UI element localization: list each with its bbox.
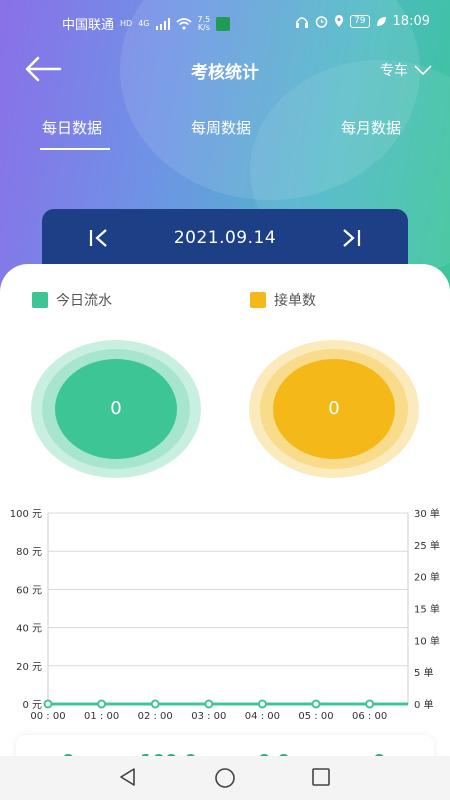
vehicle-type-selector[interactable]: 专车 bbox=[380, 60, 432, 80]
y-right-tick-label: 0 单 bbox=[414, 699, 434, 711]
y-right-tick-label: 25 单 bbox=[414, 540, 440, 552]
alarm-icon bbox=[315, 16, 328, 28]
y-right-tick-label: 15 单 bbox=[414, 604, 440, 616]
net-speed: 7.5 K/s bbox=[197, 15, 211, 32]
nav-header: 考核统计 专车 bbox=[0, 44, 450, 94]
hd-label: HD bbox=[120, 18, 133, 28]
y-right-tick-label: 30 单 bbox=[414, 508, 440, 520]
active-tab-indicator bbox=[40, 148, 110, 150]
system-back-button[interactable] bbox=[118, 767, 138, 791]
data-point bbox=[365, 699, 375, 709]
legend-flow: 今日流水 bbox=[32, 290, 112, 310]
location-icon bbox=[334, 15, 344, 27]
headphone-icon bbox=[296, 16, 309, 28]
data-point bbox=[311, 699, 321, 709]
status-left: 中国联通 HD 4G 7.5 K/s bbox=[62, 14, 231, 33]
flow-value: 0 bbox=[110, 398, 122, 419]
x-tick-label: 05 : 00 bbox=[298, 711, 333, 722]
legend-orders: 接单数 bbox=[250, 290, 316, 310]
data-point bbox=[257, 699, 267, 709]
legend-orders-label: 接单数 bbox=[274, 293, 316, 309]
period-tabs: 每日数据 每周数据 每月数据 bbox=[0, 112, 450, 152]
y-left-tick-label: 80 元 bbox=[16, 547, 42, 558]
x-tick-label: 01 : 00 bbox=[84, 711, 119, 722]
battery-indicator: 79 bbox=[350, 15, 370, 28]
carrier-label: 中国联通 bbox=[62, 18, 115, 33]
chevron-down-icon bbox=[414, 65, 432, 75]
wifi-icon bbox=[175, 17, 192, 29]
orders-value: 0 bbox=[328, 398, 340, 419]
y-left-tick-label: 100 元 bbox=[10, 509, 42, 520]
hourly-line-chart: 100 元 80 元 60 元 40 元 20 元 0 元 30 单 25 单 20 单 15 单… bbox=[10, 508, 440, 722]
square-recents-icon bbox=[312, 768, 330, 786]
y-left-tick-label: 20 元 bbox=[16, 662, 42, 673]
y-right-tick-label: 5 单 bbox=[414, 667, 434, 679]
x-tick-label: 06 : 00 bbox=[352, 711, 387, 722]
vehicle-type-label: 专车 bbox=[380, 63, 408, 79]
x-tick-label: 02 : 00 bbox=[138, 711, 173, 722]
data-point bbox=[97, 699, 107, 709]
y-left-tick-label: 60 元 bbox=[16, 585, 42, 596]
tab-monthly[interactable]: 每月数据 bbox=[341, 117, 401, 138]
system-nav-bar bbox=[0, 756, 450, 800]
system-recents-button[interactable] bbox=[311, 767, 331, 791]
system-home-button[interactable] bbox=[214, 767, 236, 793]
data-point bbox=[43, 699, 53, 709]
skip-next-icon bbox=[343, 229, 361, 247]
plot-frame bbox=[47, 512, 409, 705]
y-right-tick-label: 20 单 bbox=[414, 572, 440, 584]
next-date-button[interactable] bbox=[340, 227, 362, 253]
x-tick-label: 04 : 00 bbox=[245, 711, 280, 722]
triangle-back-icon bbox=[120, 768, 135, 786]
status-right: 79 18:09 bbox=[295, 14, 430, 29]
y-left-tick-label: 40 元 bbox=[16, 624, 42, 635]
flow-circle: 0 bbox=[31, 340, 201, 478]
y-right-tick-label: 10 单 bbox=[414, 635, 440, 647]
x-tick-label: 00 : 00 bbox=[30, 711, 65, 722]
status-bar: 中国联通 HD 4G 7.5 K/s 79 18:09 bbox=[0, 0, 450, 44]
legend-flow-label: 今日流水 bbox=[56, 293, 112, 309]
orders-swatch bbox=[250, 292, 266, 308]
speed-unit: K/s bbox=[197, 22, 210, 32]
leaf-icon bbox=[376, 17, 386, 26]
tab-weekly[interactable]: 每周数据 bbox=[191, 117, 251, 138]
data-point bbox=[150, 699, 160, 709]
tab-daily[interactable]: 每日数据 bbox=[42, 117, 102, 138]
orders-circle: 0 bbox=[249, 340, 419, 478]
flow-swatch bbox=[32, 292, 48, 308]
signal-icon bbox=[155, 17, 170, 30]
x-tick-label: 03 : 00 bbox=[191, 711, 226, 722]
clock: 18:09 bbox=[392, 14, 430, 29]
network-label: 4G bbox=[138, 18, 150, 28]
data-point bbox=[204, 699, 214, 709]
y-left-tick-label: 0 元 bbox=[22, 700, 42, 711]
app-notification-icon bbox=[216, 16, 231, 31]
circle-home-icon bbox=[215, 768, 235, 788]
